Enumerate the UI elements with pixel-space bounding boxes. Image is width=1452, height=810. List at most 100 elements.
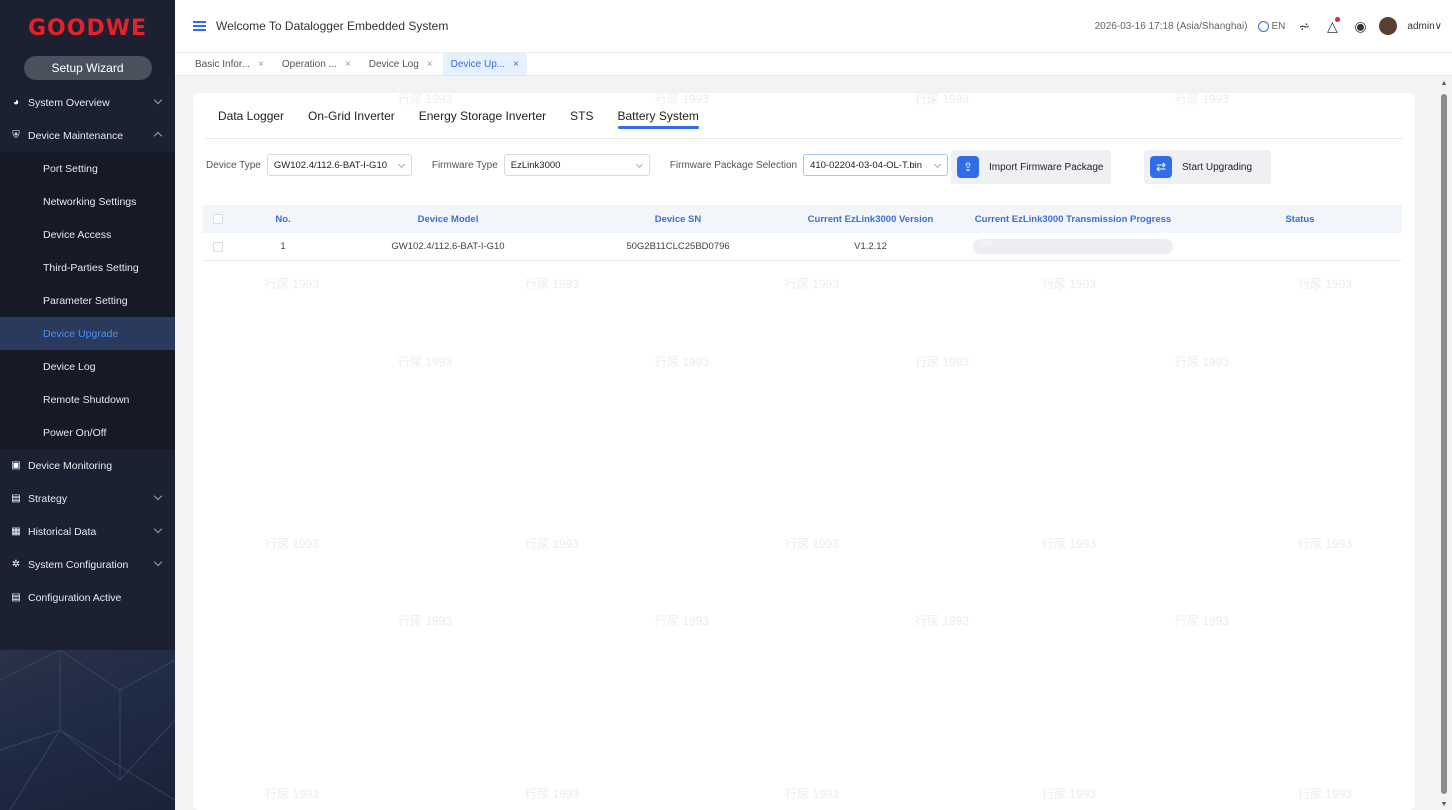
firmware-type-select[interactable]: EzLink3000 <box>503 154 650 176</box>
sidebar-nav: ◕ System Overview ⛨ Device Maintenance P… <box>0 86 175 614</box>
sidebar-item-device-upgrade[interactable]: Device Upgrade <box>0 317 175 350</box>
subtab-sts[interactable]: STS <box>570 109 593 127</box>
start-label: Start Upgrading <box>1182 161 1253 173</box>
divider <box>205 138 1403 139</box>
row-progress-cell: 0% <box>948 239 1198 254</box>
menu-toggle-icon[interactable] <box>193 21 206 31</box>
user-menu[interactable]: admin∨ <box>1407 21 1442 32</box>
sidebar-item-system-configuration[interactable]: ✲ System Configuration <box>0 548 175 581</box>
sidebar-item-third-parties-setting[interactable]: Third-Parties Setting <box>0 251 175 284</box>
settings-circle-icon[interactable]: ◉ <box>1351 17 1369 35</box>
row-device-sn: 50G2B11CLC25BD0796 <box>626 241 730 252</box>
scroll-up-icon[interactable]: ▲ <box>1440 80 1448 87</box>
tab-device-log[interactable]: Device Log × <box>361 53 441 75</box>
sidebar-item-power-on-off[interactable]: Power On/Off <box>0 416 175 449</box>
avatar[interactable] <box>1379 17 1398 35</box>
start-upgrading-button[interactable]: ⇄ Start Upgrading <box>1144 150 1271 184</box>
sidebar-item-device-log[interactable]: Device Log <box>0 350 175 383</box>
sidebar-item-parameter-setting[interactable]: Parameter Setting <box>0 284 175 317</box>
pie-chart-icon: ◕ <box>12 97 20 108</box>
language-switch[interactable]: EN <box>1257 20 1286 32</box>
package-selection-label: Firmware Package Selection <box>669 159 798 171</box>
sidebar-item-device-maintenance[interactable]: ⛨ Device Maintenance <box>0 119 175 152</box>
close-icon[interactable]: × <box>427 59 433 70</box>
sidebar-item-remote-shutdown[interactable]: Remote Shutdown <box>0 383 175 416</box>
tab-label: Device Log <box>368 58 419 70</box>
header-actions: 2026-03-16 17:18 (Asia/Shanghai) EN ⩫ △ … <box>1095 0 1442 52</box>
device-type-select[interactable]: GW102.4/112.6-BAT-I-G10 <box>266 154 412 176</box>
tab-operation[interactable]: Operation ... × <box>274 53 359 75</box>
scroll-down-icon[interactable]: ▼ <box>1440 801 1448 808</box>
monitor-icon: ▣ <box>11 460 21 471</box>
row-select-cell <box>203 241 233 252</box>
sidebar-item-label: Historical Data <box>28 525 97 538</box>
header-device-model: Device Model <box>417 213 479 225</box>
chevron-down-icon <box>934 160 942 169</box>
import-firmware-button[interactable]: ⇪ Import Firmware Package <box>951 150 1111 184</box>
sidebar-item-configuration-active[interactable]: ▤ Configuration Active <box>0 581 175 614</box>
subtab-data-logger[interactable]: Data Logger <box>218 109 284 127</box>
row-version: V1.2.12 <box>854 241 887 252</box>
config-icon: ▤ <box>11 592 21 603</box>
close-icon[interactable]: × <box>258 59 264 70</box>
history-icon: ▦ <box>11 526 21 537</box>
app-title: Welcome To Datalogger Embedded System <box>216 19 449 33</box>
setup-wizard-button[interactable]: Setup Wizard <box>23 56 152 80</box>
signal-icon[interactable]: ⩫ <box>1295 17 1313 35</box>
select-all-cell <box>203 214 233 224</box>
scrollbar-thumb[interactable] <box>1441 94 1447 794</box>
package-select[interactable]: 410-02204-03-04-OL-T.bin <box>803 154 949 176</box>
language-label: EN <box>1271 20 1286 32</box>
sidebar-item-port-setting[interactable]: Port Setting <box>0 152 175 185</box>
chevron-up-icon <box>153 131 163 141</box>
vertical-scrollbar[interactable]: ▲ ▼ <box>1440 80 1448 808</box>
sidebar-item-strategy[interactable]: ▤ Strategy <box>0 482 175 515</box>
datetime-text: 2026-03-16 17:18 (Asia/Shanghai) <box>1094 20 1248 32</box>
tab-label: Basic Infor... <box>195 58 251 70</box>
package-value: 410-02204-03-04-OL-T.bin <box>810 159 923 171</box>
tab-label: Device Up... <box>450 58 506 70</box>
goodwe-logo[interactable]: GOODWE <box>0 0 175 56</box>
row-checkbox[interactable] <box>213 241 223 252</box>
upgrade-icon: ⇄ <box>1150 156 1172 178</box>
bell-icon[interactable]: △ <box>1323 17 1341 35</box>
shield-icon: ⛨ <box>12 130 20 141</box>
chevron-down-icon <box>153 95 163 105</box>
sidebar-item-label: System Configuration <box>28 558 129 571</box>
strategy-icon: ▤ <box>11 493 21 504</box>
sidebar-item-system-overview[interactable]: ◕ System Overview <box>0 86 175 119</box>
subtab-energy-storage-inverter[interactable]: Energy Storage Inverter <box>419 109 546 127</box>
sidebar: GOODWE Setup Wizard ◕ System Overview ⛨ … <box>0 0 175 810</box>
chevron-down-icon <box>635 160 643 169</box>
tab-basic-info[interactable]: Basic Infor... × <box>187 53 272 75</box>
subtab-on-grid-inverter[interactable]: On-Grid Inverter <box>308 109 395 127</box>
sidebar-item-networking-settings[interactable]: Networking Settings <box>0 185 175 218</box>
progress-bar: 0% <box>973 239 1173 254</box>
sidebar-item-label: Strategy <box>28 492 68 505</box>
username-label: admin <box>1407 20 1435 32</box>
sidebar-decoration <box>0 649 175 810</box>
select-all-checkbox[interactable] <box>213 214 223 224</box>
header-version: Current EzLink3000 Version <box>807 213 934 225</box>
sidebar-item-device-access[interactable]: Device Access <box>0 218 175 251</box>
chevron-down-icon: ∨ <box>1434 20 1442 32</box>
tab-device-upgrade[interactable]: Device Up... × <box>442 53 527 75</box>
device-upgrade-panel: Data Logger On-Grid Inverter Energy Stor… <box>193 93 1415 810</box>
notification-dot <box>1335 17 1341 22</box>
filter-bar: Device Type GW102.4/112.6-BAT-I-G10 Firm… <box>206 154 949 176</box>
device-type-value: GW102.4/112.6-BAT-I-G10 <box>273 159 388 171</box>
subtab-battery-system[interactable]: Battery System <box>617 109 700 129</box>
progress-text: 0% <box>981 241 992 248</box>
globe-icon <box>1257 20 1269 32</box>
sidebar-item-label: Device Maintenance <box>28 129 124 142</box>
chevron-down-icon <box>153 557 163 567</box>
close-icon[interactable]: × <box>513 59 519 70</box>
device-category-tabs: Data Logger On-Grid Inverter Energy Stor… <box>218 109 700 129</box>
import-label: Import Firmware Package <box>989 161 1104 173</box>
table-header: No. Device Model Device SN Current EzLin… <box>203 205 1402 233</box>
firmware-type-label: Firmware Type <box>431 159 498 171</box>
sidebar-item-historical-data[interactable]: ▦ Historical Data <box>0 515 175 548</box>
sidebar-item-device-monitoring[interactable]: ▣ Device Monitoring <box>0 449 175 482</box>
close-icon[interactable]: × <box>345 59 351 70</box>
chevron-down-icon <box>397 160 405 169</box>
